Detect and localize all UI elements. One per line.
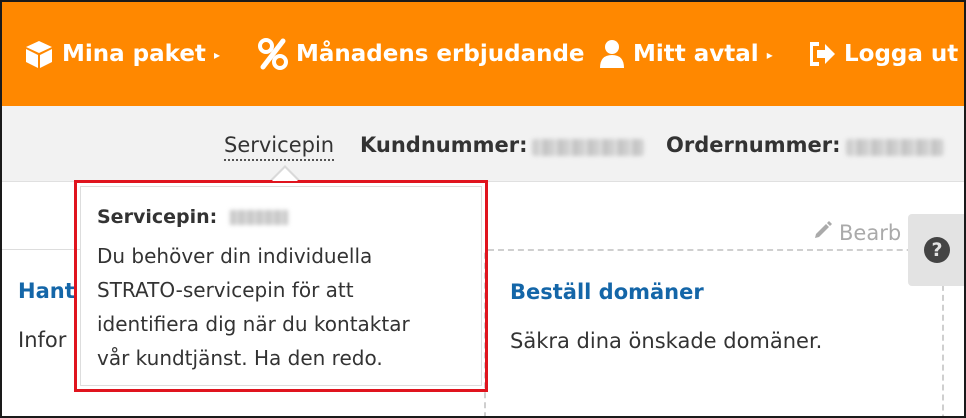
nav-monthly-offer-label: Månadens erbjudande xyxy=(296,41,585,67)
top-navigation: Mina paket ▸ Månadens erbjudande Mitt av… xyxy=(2,2,964,106)
tooltip-body: Du behöver din individuella STRATO-servi… xyxy=(97,239,477,375)
left-panel-text: Infor xyxy=(18,328,67,352)
order-domains-text: Säkra dina önskade domäner. xyxy=(510,329,823,353)
tooltip-line: vår kundtjänst. Ha den redo. xyxy=(97,346,383,370)
order-number-label: Ordernummer: xyxy=(666,133,841,157)
sign-out-icon xyxy=(806,40,836,68)
nav-logout-label: Logga ut xyxy=(844,41,959,67)
servicepin-link[interactable]: Servicepin xyxy=(224,133,335,161)
caret-right-icon: ▸ xyxy=(766,48,773,62)
tooltip-line: STRATO-servicepin för att xyxy=(97,278,354,302)
tooltip-line: Du behöver din individuella xyxy=(97,244,373,268)
question-circle-icon: ? xyxy=(924,237,950,263)
nav-logout[interactable]: Logga ut xyxy=(806,2,958,106)
left-panel-title[interactable]: Hant xyxy=(18,279,75,303)
nav-my-packages[interactable]: Mina paket ▸ xyxy=(24,2,220,106)
tooltip-line: identifiera dig när du kontaktar xyxy=(97,312,410,336)
nav-my-contract[interactable]: Mitt avtal ▸ xyxy=(599,2,773,106)
user-icon xyxy=(599,39,625,69)
tooltip-heading: Servicepin: xyxy=(97,206,218,228)
percent-icon xyxy=(258,38,288,70)
edit-link[interactable]: Bearb xyxy=(813,220,901,245)
nav-monthly-offer[interactable]: Månadens erbjudande xyxy=(258,2,585,106)
caret-right-icon: ▸ xyxy=(213,48,220,62)
customer-number-label: Kundnummer: xyxy=(360,133,528,157)
help-button[interactable]: ? xyxy=(908,214,964,286)
box-icon xyxy=(24,39,54,69)
order-domains-title[interactable]: Beställ domäner xyxy=(510,280,704,304)
nav-my-packages-label: Mina paket xyxy=(62,41,206,67)
pencil-icon xyxy=(813,220,839,245)
customer-number-value-redacted xyxy=(532,139,644,156)
app-frame: Mina paket ▸ Månadens erbjudande Mitt av… xyxy=(0,0,966,418)
edit-link-label: Bearb xyxy=(839,220,902,245)
tooltip-arrow-fill xyxy=(272,168,298,181)
servicepin-value-redacted xyxy=(230,210,288,225)
order-number-value-redacted xyxy=(846,139,944,156)
nav-my-contract-label: Mitt avtal xyxy=(633,41,759,67)
